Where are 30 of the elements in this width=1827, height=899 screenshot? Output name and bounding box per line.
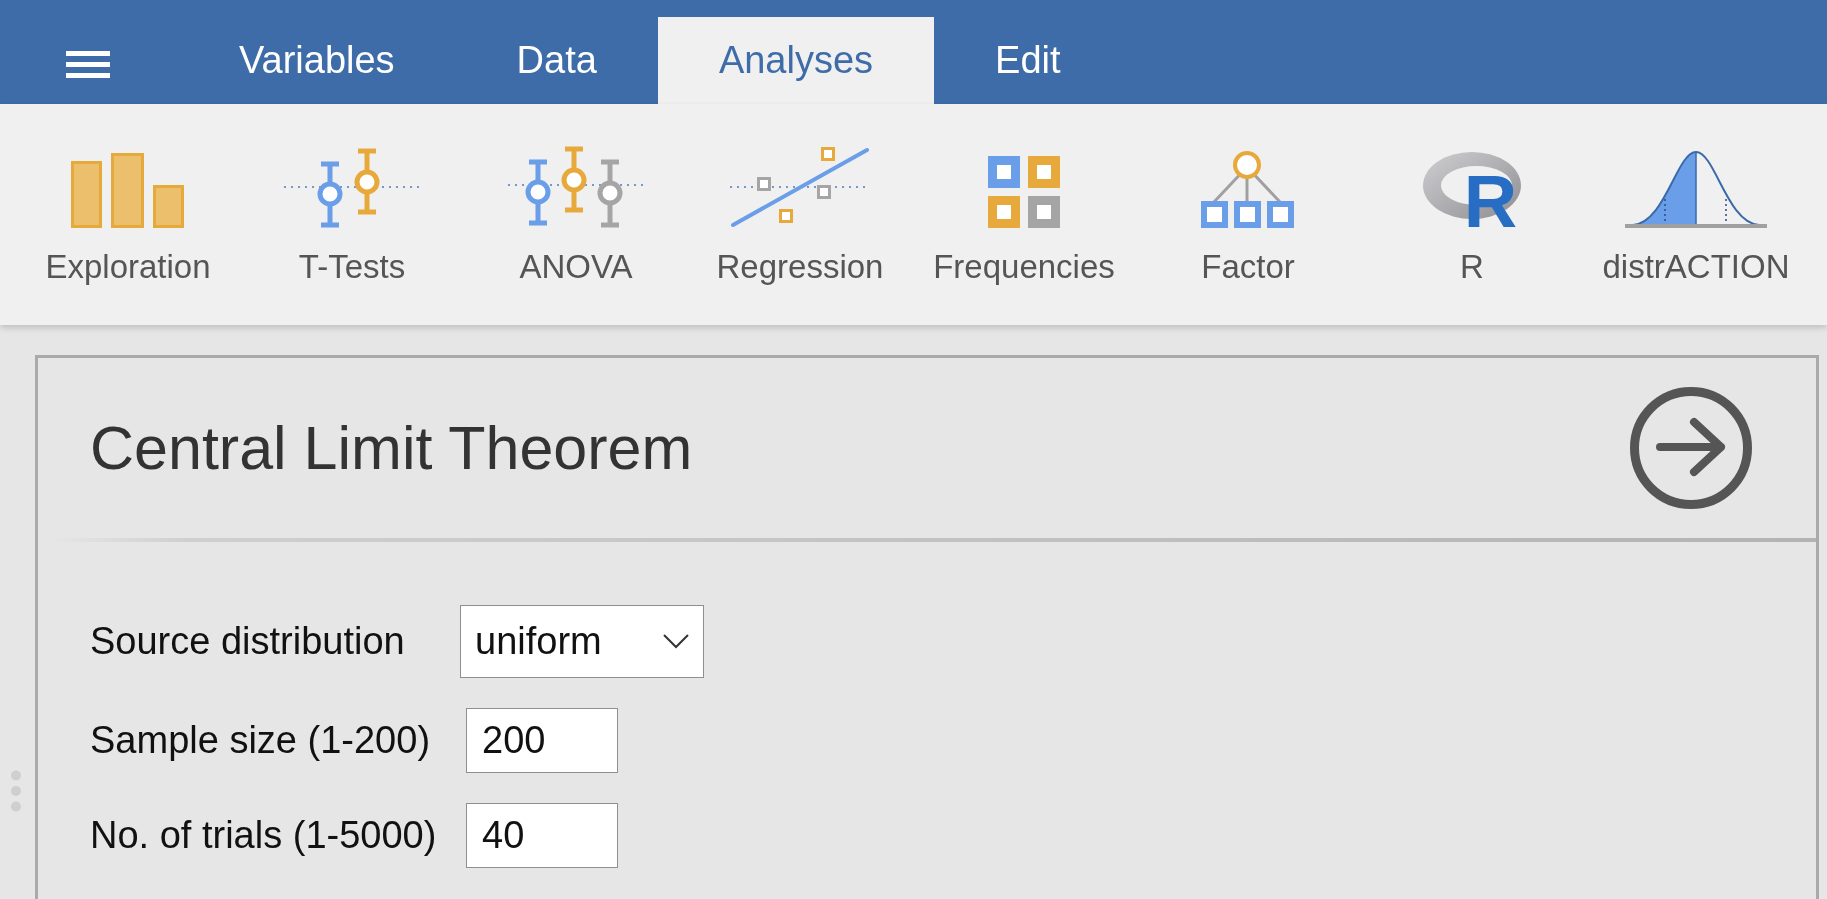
tab[interactable]: Variables bbox=[178, 17, 456, 104]
scatter-line-icon bbox=[730, 146, 870, 228]
input-field[interactable]: 200 bbox=[466, 708, 618, 773]
bell-curve-icon bbox=[1625, 149, 1767, 228]
panel-title: Central Limit Theorem bbox=[90, 413, 693, 483]
tab[interactable]: Analyses bbox=[657, 17, 935, 104]
tree-diagram-icon bbox=[1200, 150, 1296, 228]
menu-icon[interactable] bbox=[66, 51, 110, 78]
field-label: Sample size (1-200) bbox=[90, 719, 431, 762]
squares-grid-icon bbox=[988, 156, 1060, 228]
error-bars-icon bbox=[507, 146, 645, 228]
bar-chart-icon bbox=[71, 153, 185, 228]
dropdown[interactable]: uniform bbox=[460, 605, 704, 678]
input-field[interactable]: 40 bbox=[466, 803, 618, 868]
toolbar-button[interactable]: Regression bbox=[688, 104, 912, 325]
toolbar-button[interactable]: Frequencies bbox=[912, 104, 1136, 325]
tab[interactable]: Data bbox=[455, 17, 658, 104]
toolbar-button[interactable]: Exploration bbox=[16, 104, 240, 325]
field-label: Source distribution bbox=[90, 620, 405, 663]
tab[interactable]: Edit bbox=[934, 17, 1122, 104]
chevron-down-icon bbox=[663, 634, 689, 649]
toolbar-button[interactable]: ANOVA bbox=[464, 104, 688, 325]
toolbar-button[interactable]: R R bbox=[1360, 104, 1584, 325]
field-label: No. of trials (1-5000) bbox=[90, 814, 437, 857]
arrow-circle-icon[interactable] bbox=[1630, 387, 1752, 509]
toolbar-button[interactable]: distrACTION bbox=[1584, 104, 1808, 325]
r-logo: R bbox=[1422, 151, 1522, 228]
toolbar-button[interactable]: T-Tests bbox=[240, 104, 464, 325]
toolbar-button[interactable]: Factor bbox=[1136, 104, 1360, 325]
error-bars-icon bbox=[283, 148, 421, 228]
